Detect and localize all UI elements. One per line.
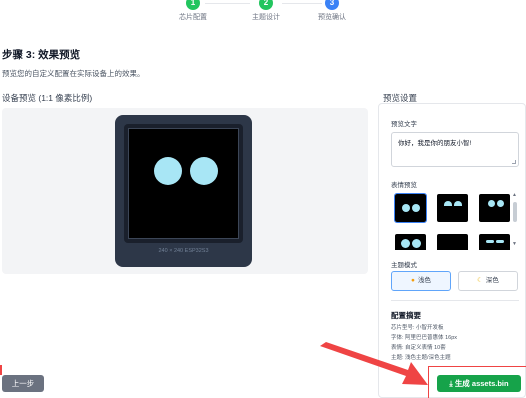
preview-text-input[interactable]: 你好，我是你的朋友小智!: [391, 132, 519, 167]
emoji-grid: [391, 190, 526, 250]
divider: [391, 300, 519, 301]
generate-label: 生成 assets.bin: [454, 379, 509, 388]
thumb-eye: [486, 240, 494, 243]
download-icon: ⤓: [449, 379, 453, 388]
scroll-down-icon[interactable]: ▼: [512, 241, 517, 247]
device-preview-label: 设备预览 (1:1 像素比例): [2, 93, 93, 103]
step-2-number: 2: [259, 0, 273, 10]
thumb-eye: [488, 200, 495, 207]
annotation-marker: [0, 365, 2, 375]
step-2[interactable]: 2 主题设计: [236, 0, 296, 22]
page-subtitle: 预览您的自定义配置在实际设备上的效果。: [2, 69, 145, 78]
step-3-label: 预览确认: [318, 14, 346, 21]
theme-mode-label: 主题模式: [391, 262, 417, 269]
emoji-thumb[interactable]: [394, 193, 427, 223]
emoji-thumb[interactable]: [479, 234, 510, 250]
theme-light-button[interactable]: ● 浅色: [391, 271, 451, 291]
previous-step-button[interactable]: 上一步: [2, 375, 44, 392]
thumb-eye: [412, 239, 421, 248]
thumb-eye: [401, 239, 410, 248]
annotation-arrow-icon: [320, 342, 428, 385]
screen-bezel: [124, 124, 243, 243]
theme-dark-label: 深色: [485, 277, 499, 284]
emoji-scrollbar[interactable]: ▲ ▼: [512, 192, 518, 248]
sun-icon: ●: [411, 277, 415, 284]
device-mockup: 240 × 240 ESP32S3: [115, 115, 252, 267]
right-eye: [190, 157, 218, 185]
step-1-number: 1: [186, 0, 200, 10]
page-title: 步骤 3: 效果预览: [2, 49, 81, 61]
step-1[interactable]: 1 芯片配置: [163, 0, 223, 22]
step-1-label: 芯片配置: [179, 14, 207, 21]
scroll-thumb[interactable]: [513, 202, 517, 222]
thumb-eye: [402, 204, 410, 212]
preview-text-value: 你好，我是你的朋友小智!: [398, 140, 472, 147]
moon-icon: ☾: [477, 277, 483, 284]
emoji-thumb[interactable]: [437, 194, 468, 222]
emoji-thumb[interactable]: [437, 234, 468, 250]
resize-handle-icon[interactable]: [512, 160, 516, 164]
emoji-thumb[interactable]: [395, 234, 426, 250]
scroll-up-icon[interactable]: ▲: [512, 192, 517, 198]
left-eye: [154, 157, 182, 185]
preview-text-label: 预览文字: [391, 121, 417, 128]
device-caption: 240 × 240 ESP32S3: [158, 248, 209, 254]
device-screen: [128, 128, 239, 239]
summary-title: 配置摘要: [391, 311, 421, 320]
generate-assets-button[interactable]: ⤓ 生成 assets.bin: [437, 375, 521, 392]
thumb-eye: [496, 240, 504, 243]
emoji-thumb[interactable]: [479, 194, 510, 222]
thumb-eye: [412, 204, 420, 212]
thumb-eye: [454, 201, 462, 206]
step-2-label: 主题设计: [252, 14, 280, 21]
stepper: 1 芯片配置 2 主题设计 3 预览确认: [0, 0, 526, 30]
summary-line: 芯片型号: 小智开发板: [391, 325, 444, 331]
thumb-eye: [444, 201, 452, 206]
step-3[interactable]: 3 预览确认: [302, 0, 362, 22]
thumb-eye: [497, 200, 504, 207]
theme-dark-button[interactable]: ☾ 深色: [458, 271, 518, 291]
step-3-number: 3: [325, 0, 339, 10]
emoji-preview-label: 表情预览: [391, 182, 417, 189]
theme-light-label: 浅色: [417, 277, 431, 284]
